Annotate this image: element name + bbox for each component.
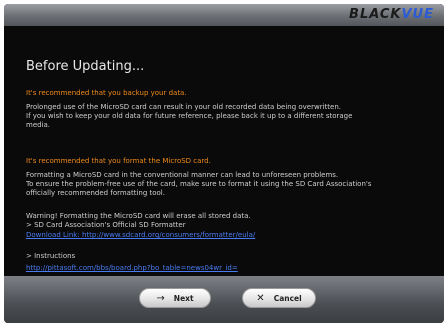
format-text-line3: officially recommended formatting tool. — [26, 189, 165, 197]
dialog-window: BLACKVUE Before Updating... It's recomme… — [4, 4, 444, 323]
x-icon: ✕ — [256, 292, 265, 304]
cancel-button[interactable]: ✕ Cancel — [242, 288, 316, 308]
page-title: Before Updating... — [26, 59, 145, 74]
title-bar: BLACKVUE — [4, 4, 444, 26]
backup-text-line1: Prolonged use of the MicroSD card can re… — [26, 103, 341, 111]
backup-title: It's recommended that you backup your da… — [26, 89, 187, 97]
backup-text-line2: If you wish to keep your old data for fu… — [26, 112, 353, 120]
next-button-label: Next — [173, 293, 194, 303]
formatter-label: > SD Card Association's Official SD Form… — [26, 221, 186, 229]
logo-text-black: BLACK — [349, 7, 402, 22]
logo-text-vue: VUE — [401, 7, 434, 22]
blackvue-logo: BLACKVUE — [349, 7, 434, 22]
button-bar: → Next ✕ Cancel — [4, 276, 444, 323]
arrow-right-icon: → — [156, 292, 165, 304]
format-title: It's recommended that you format the Mic… — [26, 157, 211, 165]
instructions-label: > Instructions — [26, 252, 76, 260]
format-text-line1: Formatting a MicroSD card in the convent… — [26, 171, 339, 179]
next-button[interactable]: → Next — [139, 288, 211, 308]
cancel-button-label: Cancel — [273, 293, 302, 303]
warning-text: Warning! Formatting the MicroSD card wil… — [26, 212, 251, 220]
instructions-link[interactable]: http://pittasoft.com/bbs/board.php?bo_ta… — [26, 264, 238, 273]
format-text-line2: To ensure the problem-free use of the ca… — [26, 180, 372, 188]
backup-text-line3: media. — [26, 121, 51, 129]
dialog-content: Before Updating... It's recommended that… — [4, 26, 444, 276]
download-link[interactable]: Download Link: http://www.sdcard.org/con… — [26, 231, 255, 240]
